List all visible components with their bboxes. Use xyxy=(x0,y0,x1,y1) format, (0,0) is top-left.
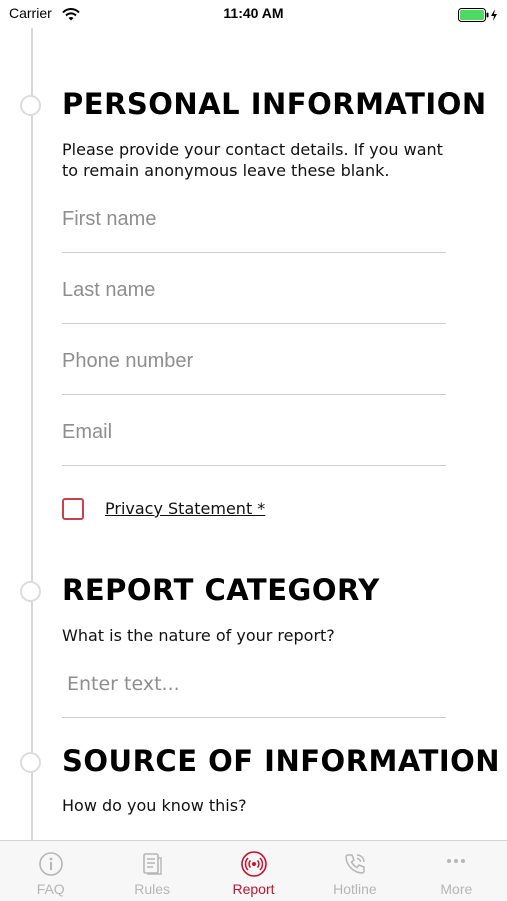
privacy-statement-link[interactable]: Privacy Statement * xyxy=(105,499,265,518)
email-field[interactable] xyxy=(62,409,446,466)
tab-faq-label: FAQ xyxy=(36,881,65,897)
report-category-description: What is the nature of your report? xyxy=(62,626,335,645)
tab-more[interactable]: More xyxy=(406,841,507,901)
email-input[interactable] xyxy=(62,421,446,444)
source-of-information-description: How do you know this? xyxy=(62,796,247,815)
timeline-line xyxy=(31,28,33,840)
last-name-input[interactable] xyxy=(62,279,446,302)
section-title-personal-information: PERSONAL INFORMATION xyxy=(62,87,487,121)
phone-number-input[interactable] xyxy=(62,350,446,373)
tab-bar: FAQ Rules Report Hotline More xyxy=(0,840,507,901)
status-bar: Carrier 11:40 AM xyxy=(0,0,507,28)
timeline-node-category xyxy=(20,581,41,602)
report-category-input[interactable] xyxy=(62,673,451,695)
broadcast-icon xyxy=(240,851,267,881)
document-icon xyxy=(139,851,165,881)
personal-information-description: Please provide your contact details. If … xyxy=(62,140,443,180)
phone-icon xyxy=(342,851,368,881)
timeline-node-personal xyxy=(20,95,41,116)
section-title-source-of-information: SOURCE OF INFORMATION xyxy=(62,744,501,778)
tab-report-label: Report xyxy=(232,881,275,897)
section-title-report-category: REPORT CATEGORY xyxy=(62,573,380,607)
more-icon xyxy=(443,851,469,881)
timeline-node-source xyxy=(20,752,41,773)
tab-hotline-label: Hotline xyxy=(333,881,377,897)
privacy-statement-checkbox[interactable] xyxy=(62,498,84,520)
tab-report[interactable]: Report xyxy=(203,841,304,901)
report-category-field[interactable] xyxy=(62,661,451,718)
tab-rules-label: Rules xyxy=(134,881,170,897)
info-icon xyxy=(38,851,64,881)
phone-number-field[interactable] xyxy=(62,338,446,395)
first-name-field[interactable] xyxy=(62,196,446,253)
clock: 11:40 AM xyxy=(223,5,284,21)
tab-faq[interactable]: FAQ xyxy=(0,841,101,901)
tab-rules[interactable]: Rules xyxy=(101,841,202,901)
tab-more-label: More xyxy=(440,881,473,897)
first-name-input[interactable] xyxy=(62,208,446,231)
last-name-field[interactable] xyxy=(62,267,446,324)
tab-hotline[interactable]: Hotline xyxy=(304,841,405,901)
battery-icon xyxy=(458,7,500,26)
